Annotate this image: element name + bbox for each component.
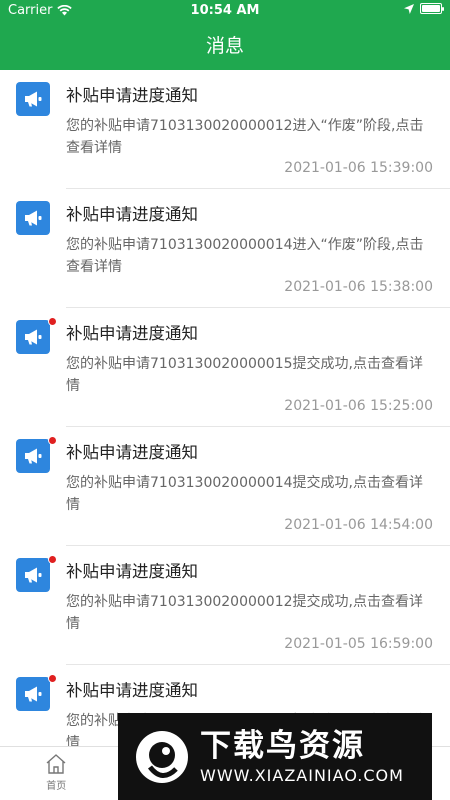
watermark-text: 下载鸟资源 WWW.XIAZAINIAO.COM — [200, 727, 404, 787]
megaphone-icon — [25, 91, 42, 107]
notification-icon-tile — [16, 558, 50, 592]
unread-dot — [48, 555, 57, 564]
watermark-title: 下载鸟资源 — [200, 727, 365, 764]
home-icon — [46, 754, 66, 774]
message-item[interactable]: 补贴申请进度通知 您的补贴申请7103130020000015提交成功,点击查看… — [0, 308, 450, 427]
notification-icon-tile — [16, 439, 50, 473]
message-time: 2021-01-05 16:59:00 — [284, 636, 433, 652]
notification-icon-tile — [16, 677, 50, 711]
message-time: 2021-01-06 15:25:00 — [284, 398, 433, 414]
message-item[interactable]: 补贴申请进度通知 您的补贴申请7103130020000014进入“作废”阶段,… — [0, 189, 450, 308]
message-time: 2021-01-06 14:54:00 — [284, 517, 433, 533]
megaphone-icon — [25, 567, 42, 583]
message-title: 补贴申请进度通知 — [66, 443, 198, 462]
tab-home-label: 首页 — [46, 781, 67, 792]
location-arrow-icon — [404, 3, 414, 14]
message-body: 您的补贴申请7103130020000012提交成功,点击查看详情 — [66, 594, 423, 632]
watermark-url: WWW.XIAZAINIAO.COM — [200, 765, 404, 785]
message-title: 补贴申请进度通知 — [66, 562, 198, 581]
message-time: 2021-01-06 15:39:00 — [284, 160, 433, 176]
message-title: 补贴申请进度通知 — [66, 324, 198, 343]
page-title: 消息 — [205, 35, 244, 57]
megaphone-icon — [25, 329, 42, 345]
message-list[interactable]: 补贴申请进度通知 您的补贴申请7103130020000012进入“作废”阶段,… — [0, 70, 450, 746]
message-title: 补贴申请进度通知 — [66, 681, 198, 700]
message-item[interactable]: 补贴申请进度通知 您的补贴申请7103130020000012进入“作废”阶段,… — [0, 70, 450, 189]
message-title: 补贴申请进度通知 — [66, 86, 198, 105]
unread-dot — [48, 674, 57, 683]
megaphone-icon — [25, 686, 42, 702]
megaphone-icon — [25, 448, 42, 464]
message-body: 您的补贴申请7103130020000015提交成功,点击查看详情 — [66, 356, 423, 394]
message-body: 您的补贴申请7103130020000014进入“作废”阶段,点击查看详情 — [66, 237, 424, 275]
status-bar: Carrier 10:54 AM — [0, 0, 450, 22]
tab-home[interactable]: 首页 — [0, 747, 113, 800]
nav-bar: 消息 — [0, 22, 450, 70]
watermark-overlay: 下载鸟资源 WWW.XIAZAINIAO.COM — [118, 713, 432, 800]
unread-dot — [48, 317, 57, 326]
megaphone-icon — [25, 210, 42, 226]
message-body: 您的补贴申请7103130020000014提交成功,点击查看详情 — [66, 475, 423, 513]
notification-icon-tile — [16, 201, 50, 235]
message-body: 您的补贴申请7103130020000012进入“作废”阶段,点击查看详情 — [66, 118, 424, 156]
message-title: 补贴申请进度通知 — [66, 205, 198, 224]
battery-icon — [420, 3, 444, 14]
notification-icon-tile — [16, 82, 50, 116]
message-time: 2021-01-06 15:38:00 — [284, 279, 433, 295]
message-item[interactable]: 补贴申请进度通知 您的补贴申请7103130020000012提交成功,点击查看… — [0, 546, 450, 665]
message-item[interactable]: 补贴申请进度通知 您的补贴申请7103130020000014提交成功,点击查看… — [0, 427, 450, 546]
notification-icon-tile — [16, 320, 50, 354]
bird-logo-icon — [130, 725, 194, 789]
status-right — [404, 3, 444, 14]
status-time: 10:54 AM — [190, 3, 260, 18]
unread-dot — [48, 436, 57, 445]
